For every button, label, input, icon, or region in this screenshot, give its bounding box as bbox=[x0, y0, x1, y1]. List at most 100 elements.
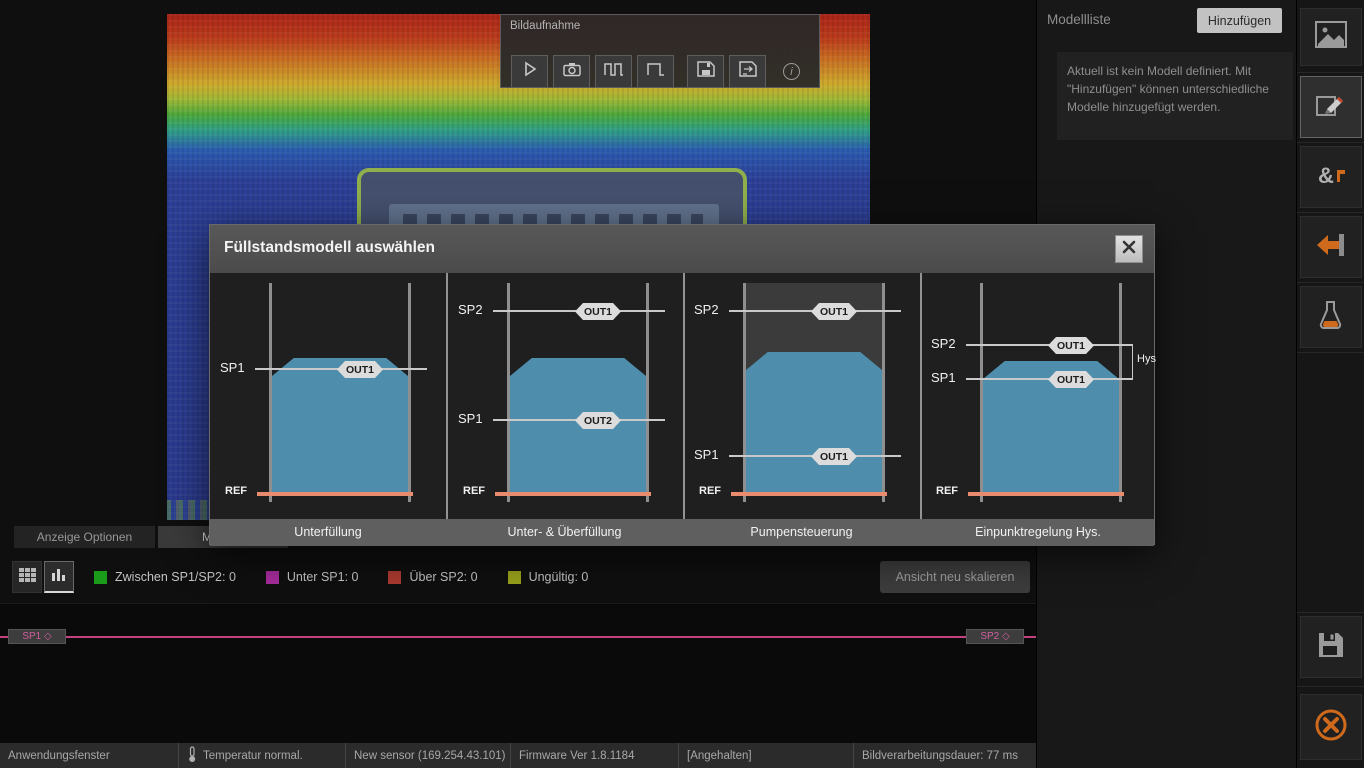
ref-label: REF bbox=[463, 485, 485, 497]
ref-line bbox=[731, 492, 887, 496]
logic-button[interactable]: & bbox=[1300, 146, 1362, 208]
status-bar: Anwendungsfenster Temperatur normal. New… bbox=[0, 743, 1036, 768]
status-firmware: Firmware Ver 1.8.1184 bbox=[510, 743, 678, 768]
tank-wall-left bbox=[269, 283, 272, 502]
ref-line bbox=[495, 492, 651, 496]
legend-swatch-over bbox=[388, 571, 401, 584]
model-caption: Unterfüllung bbox=[210, 519, 446, 546]
level-chart: SP1 ◇ SP2 ◇ bbox=[0, 603, 1036, 743]
floppy-disk-icon bbox=[1317, 631, 1345, 664]
grid-icon bbox=[19, 568, 36, 587]
grid-view-toggle[interactable] bbox=[12, 561, 42, 593]
model-option-pumpensteuerung[interactable]: SP2 OUT1 SP1 OUT1 REF bbox=[684, 273, 919, 519]
single-trigger-button[interactable] bbox=[637, 55, 674, 88]
sp1-out-badge: OUT1 bbox=[337, 361, 383, 378]
logic-and-icon: & bbox=[1315, 160, 1347, 195]
status-state: [Angehalten] bbox=[678, 743, 853, 768]
status-text: [Angehalten] bbox=[687, 750, 752, 762]
interface-button[interactable] bbox=[1300, 216, 1362, 278]
sp2-out-badge: OUT1 bbox=[1048, 337, 1094, 354]
dialog-title-bar: Füllstandsmodell auswählen bbox=[210, 225, 1154, 273]
model-list-title: Modellliste bbox=[1047, 12, 1111, 27]
sp1-out-badge: OUT1 bbox=[1048, 371, 1094, 388]
sp2-out-badge: OUT1 bbox=[575, 303, 621, 320]
play-icon bbox=[522, 61, 538, 82]
legend-label: Zwischen SP1/SP2: 0 bbox=[115, 570, 236, 584]
model-editor-button[interactable] bbox=[1300, 76, 1362, 138]
sp2-label: SP2 bbox=[931, 336, 956, 351]
dialog-title: Füllstandsmodell auswählen bbox=[224, 239, 435, 257]
status-text: Temperatur normal. bbox=[203, 750, 303, 762]
sp1-label: SP1 bbox=[694, 447, 719, 462]
image-view-button[interactable] bbox=[1300, 8, 1362, 66]
info-icon[interactable]: i bbox=[783, 63, 800, 80]
model-option-unter-ueberfuellung[interactable]: SP2 OUT1 SP1 OUT2 REF bbox=[448, 273, 683, 519]
sp1-marker[interactable]: SP1 ◇ bbox=[8, 629, 66, 644]
pencil-edit-icon bbox=[1315, 90, 1347, 125]
sp1-label: SP1 bbox=[931, 370, 956, 385]
legend: Zwischen SP1/SP2: 0 Unter SP1: 0 Über SP… bbox=[94, 561, 588, 593]
sp1-out-badge: OUT2 bbox=[575, 412, 621, 429]
ref-line bbox=[968, 492, 1124, 496]
legend-item: Unter SP1: 0 bbox=[266, 570, 359, 584]
model-caption: Pumpensteuerung bbox=[683, 519, 920, 546]
sp2-out-badge: OUT1 bbox=[811, 303, 857, 320]
tank-wall-right bbox=[1119, 283, 1122, 502]
object-label-marks bbox=[403, 214, 703, 224]
model-list-empty-text: Aktuell ist kein Modell definiert. Mit "… bbox=[1057, 52, 1293, 140]
camera-icon bbox=[563, 62, 581, 82]
application-window: Bildaufnahme i Modellliste Hinzufügen Ak… bbox=[0, 0, 1364, 768]
rescale-view-button[interactable]: Ansicht neu skalieren bbox=[880, 561, 1030, 593]
orange-arrow-icon bbox=[1315, 232, 1347, 263]
close-icon bbox=[1122, 240, 1136, 259]
add-model-button[interactable]: Hinzufügen bbox=[1197, 8, 1282, 33]
image-icon bbox=[1315, 21, 1347, 53]
legend-swatch-under bbox=[266, 571, 279, 584]
flask-icon bbox=[1317, 300, 1345, 335]
sp1-label: SP1 bbox=[220, 360, 245, 375]
test-button[interactable] bbox=[1300, 286, 1362, 348]
pulse-icon bbox=[647, 61, 665, 82]
thermometer-icon bbox=[187, 746, 197, 766]
play-button[interactable] bbox=[511, 55, 548, 88]
capture-toolbar-title: Bildaufnahme bbox=[510, 20, 580, 32]
tab-display-options[interactable]: Anzeige Optionen bbox=[14, 526, 155, 548]
capture-toolbar: Bildaufnahme i bbox=[500, 14, 820, 88]
tool-separator bbox=[1297, 612, 1364, 613]
close-application-button[interactable] bbox=[1300, 694, 1362, 760]
load-image-button[interactable] bbox=[729, 55, 766, 88]
model-caption: Unter- & Überfüllung bbox=[446, 519, 683, 546]
save-image-button[interactable] bbox=[687, 55, 724, 88]
chart-view-toggle[interactable] bbox=[44, 561, 74, 593]
tank-wall-right bbox=[882, 283, 885, 502]
tool-column: & bbox=[1296, 0, 1364, 768]
tool-separator bbox=[1297, 72, 1364, 73]
setpoint-line bbox=[0, 636, 1036, 638]
snapshot-button[interactable] bbox=[553, 55, 590, 88]
tank-wall-right bbox=[646, 283, 649, 502]
tank-wall-left bbox=[507, 283, 510, 502]
dialog-close-button[interactable] bbox=[1115, 235, 1143, 263]
tank-water bbox=[272, 358, 408, 494]
tool-separator bbox=[1297, 352, 1364, 353]
tank-wall-left bbox=[743, 283, 746, 502]
ref-label: REF bbox=[225, 485, 247, 497]
model-option-einpunktregelung[interactable]: SP2 OUT1 SP1 OUT1 Hys REF bbox=[921, 273, 1156, 519]
continuous-trigger-button[interactable] bbox=[595, 55, 632, 88]
status-text: Bildverarbeitungsdauer: 77 ms bbox=[862, 750, 1018, 762]
model-option-unterfuellung[interactable]: SP1 OUT1 REF bbox=[210, 273, 445, 519]
svg-text:&: & bbox=[1318, 163, 1334, 188]
legend-label: Über SP2: 0 bbox=[409, 570, 477, 584]
hys-label: Hys bbox=[1137, 353, 1156, 365]
ref-label: REF bbox=[936, 485, 958, 497]
tank-wall-left bbox=[980, 283, 983, 502]
status-temperature: Temperatur normal. bbox=[178, 743, 345, 768]
legend-item: Ungültig: 0 bbox=[508, 570, 589, 584]
legend-item: Über SP2: 0 bbox=[388, 570, 477, 584]
dialog-body: SP1 OUT1 REF SP2 OUT1 SP1 OUT2 REF bbox=[210, 273, 1154, 519]
sp2-marker[interactable]: SP2 ◇ bbox=[966, 629, 1024, 644]
save-button[interactable] bbox=[1300, 616, 1362, 678]
floppy-transfer-icon bbox=[739, 61, 757, 82]
bar-chart-icon bbox=[51, 567, 67, 586]
legend-item: Zwischen SP1/SP2: 0 bbox=[94, 570, 236, 584]
